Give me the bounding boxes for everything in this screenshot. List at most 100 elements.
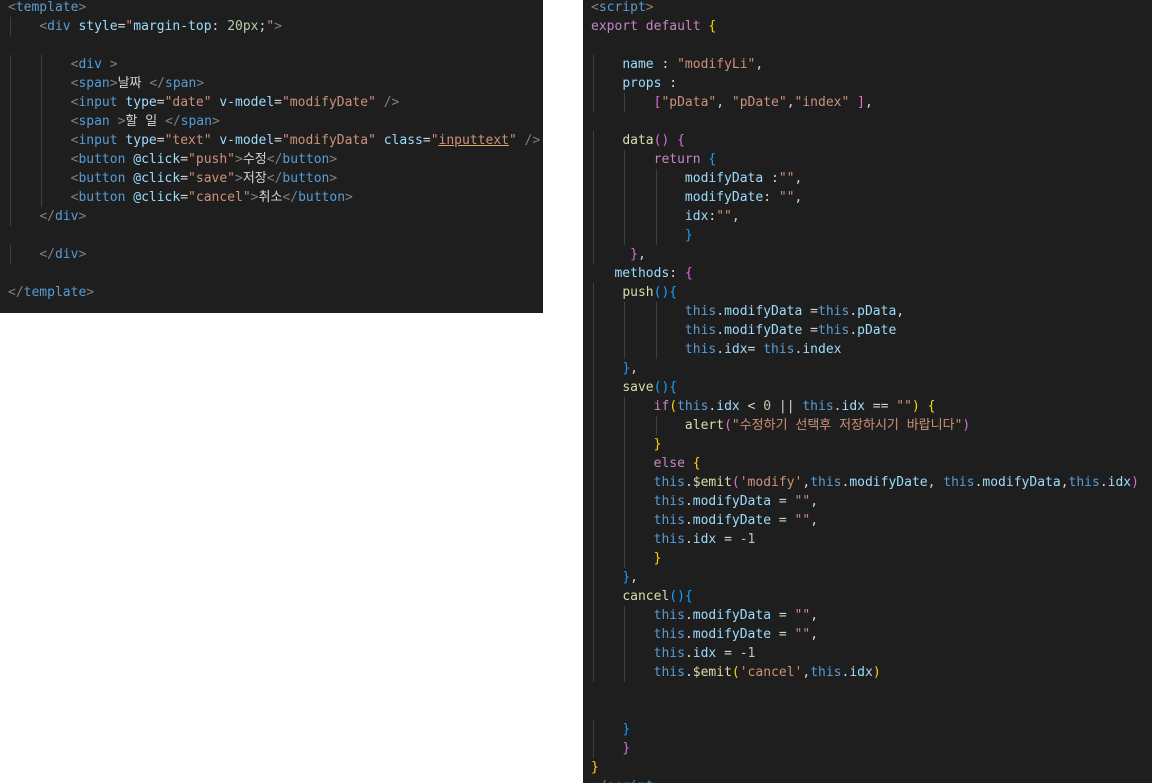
code-token: ( <box>731 665 740 680</box>
indent-guide <box>10 112 11 131</box>
code-token: , <box>637 247 646 262</box>
indent-guide <box>593 150 594 169</box>
code-line: </script> <box>583 777 1152 783</box>
code-token: : <box>763 190 779 205</box>
code-token: -1 <box>739 646 756 661</box>
code-token: "" <box>794 608 811 623</box>
code-token: this <box>653 475 685 490</box>
code-line: export default { <box>583 17 1152 36</box>
code-token: button <box>78 171 126 186</box>
indent-guide <box>593 359 594 378</box>
code-token: : <box>669 266 685 281</box>
code-token: input <box>78 133 118 148</box>
code-token: modifyDate <box>684 190 764 205</box>
indent-guide <box>593 93 594 112</box>
code-token: "pData" <box>661 95 717 110</box>
indent-guide <box>41 93 43 112</box>
code-line: <button @click="cancel">취소</button> <box>0 188 543 207</box>
code-token: || <box>771 399 803 414</box>
code-token: 'cancel' <box>739 665 803 680</box>
code-token: @click <box>133 171 181 186</box>
indent-guide <box>624 663 626 682</box>
indent-guide <box>593 302 594 321</box>
indent-guide <box>10 207 11 226</box>
indent-guide <box>624 454 626 473</box>
code-line: <span>날짜 </span> <box>0 74 543 93</box>
code-token: modifyData <box>982 475 1061 490</box>
code-token: push <box>622 285 654 300</box>
code-token: > <box>274 19 282 34</box>
indent-guide <box>10 188 11 207</box>
code-token: : <box>763 171 779 186</box>
code-line: </template> <box>0 283 543 302</box>
code-token: > <box>78 0 87 15</box>
code-line: }, <box>583 359 1152 378</box>
code-token: button <box>282 152 330 167</box>
code-line: this.modifyDate = "", <box>583 511 1152 530</box>
code-line: <input type="text" v-model="modifyData" … <box>0 131 543 150</box>
code-line: this.$emit('cancel',this.idx) <box>583 663 1152 682</box>
code-token: 날짜 <box>117 76 150 91</box>
code-token: 수정 <box>242 152 267 167</box>
code-token: "" <box>778 190 795 205</box>
code-token: this <box>818 323 850 338</box>
script-code-panel[interactable]: <script> export default { name : "modifyL… <box>583 0 1152 783</box>
code-line: this.idx = -1 <box>583 644 1152 663</box>
code-token: > <box>78 209 87 224</box>
code-token: . <box>1099 475 1108 490</box>
indent-guide <box>593 245 594 264</box>
code-token: , <box>802 475 811 490</box>
code-token: 저장 <box>242 171 267 186</box>
indent-guide <box>655 416 657 435</box>
code-token: alert <box>684 418 725 433</box>
code-token: v-model <box>219 133 275 148</box>
code-token: < <box>8 0 16 15</box>
template-code-panel[interactable]: <template> <div style="margin-top: 20px;… <box>0 0 543 313</box>
indent-guide <box>655 188 657 207</box>
code-token: { <box>708 19 717 34</box>
code-token: , <box>755 57 764 72</box>
code-line: this.$emit('modify',this.modifyDate, thi… <box>583 473 1152 492</box>
code-line <box>0 264 543 283</box>
code-token: modifyDate <box>692 627 772 642</box>
code-line: <div style="margin-top: 20px;"> <box>0 17 543 36</box>
indent-guide <box>593 131 594 150</box>
code-token: inputtext <box>438 133 509 148</box>
code-line: cancel(){ <box>583 587 1152 606</box>
code-token: </ <box>149 76 165 91</box>
indent-guide <box>41 55 43 74</box>
indent-guide <box>10 131 11 150</box>
code-token: type <box>125 133 157 148</box>
code-token: (){ <box>653 285 678 300</box>
code-token: . <box>684 494 693 509</box>
indent-guide <box>624 321 626 340</box>
code-token: > <box>345 190 353 205</box>
code-token: name <box>622 57 654 72</box>
code-token: < <box>39 19 48 34</box>
indent-guide <box>593 378 594 397</box>
indent-guide <box>593 283 594 302</box>
code-token: . <box>684 665 693 680</box>
code-token: modifyData <box>692 494 772 509</box>
code-token: this <box>653 627 685 642</box>
code-token: = <box>747 342 764 357</box>
code-line <box>0 226 543 245</box>
code-line: } <box>583 549 1152 568</box>
code-token: } <box>622 741 631 756</box>
code-token: = <box>180 171 189 186</box>
code-token: { <box>708 152 717 167</box>
code-token: , <box>716 95 732 110</box>
code-token: " <box>430 133 439 148</box>
code-line: return { <box>583 150 1152 169</box>
code-line: this.modifyDate =this.pDate <box>583 321 1152 340</box>
code-token: : <box>661 76 678 91</box>
